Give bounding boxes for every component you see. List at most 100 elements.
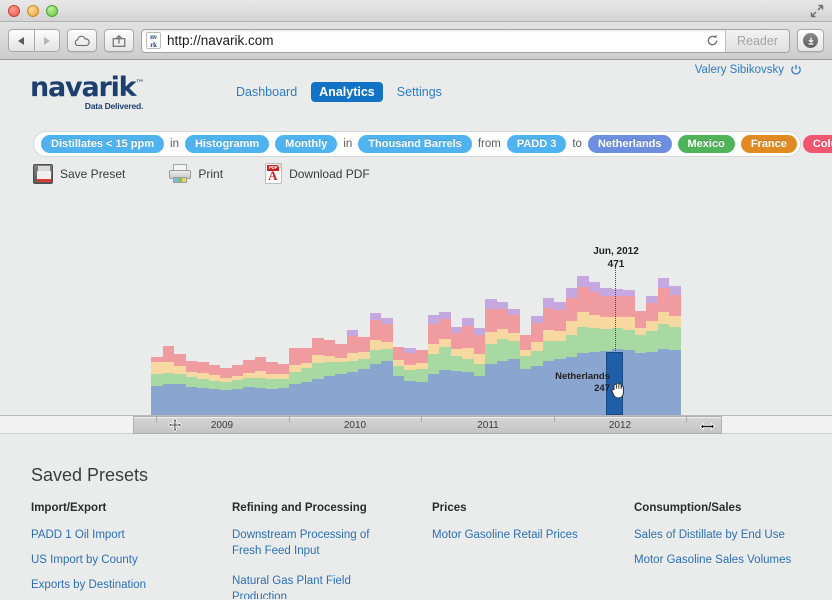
chart-bar-segment[interactable] [589, 328, 601, 352]
chart-bar-segment[interactable] [520, 356, 532, 369]
chart-bar-segment[interactable] [381, 349, 393, 361]
chart-bar-segment[interactable] [243, 378, 255, 388]
chart-bar-segment[interactable] [485, 332, 497, 344]
preset-link[interactable]: Downstream Processing of Fresh Feed Inpu… [232, 527, 382, 559]
chart-bar[interactable] [566, 288, 578, 416]
chart-bar-segment[interactable] [358, 337, 370, 352]
chart-bar-segment[interactable] [174, 366, 186, 374]
chart-bar-segment[interactable] [312, 355, 324, 362]
chart-bar-segment[interactable] [266, 362, 278, 374]
chart-bar[interactable] [186, 361, 198, 416]
chart-bar-segment[interactable] [451, 356, 463, 371]
chart-bar-segment[interactable] [669, 316, 681, 327]
chart-bar-segment[interactable] [474, 354, 486, 364]
chart-bar-segment[interactable] [197, 362, 209, 374]
chart-bar-segment[interactable] [658, 278, 670, 289]
chart-bar-segment[interactable] [404, 370, 416, 381]
chart-bar-segment[interactable] [623, 296, 635, 318]
chart-bar-segment[interactable] [474, 376, 486, 416]
chart-bar-segment[interactable] [416, 382, 428, 416]
chart-bar-segment[interactable] [531, 316, 543, 323]
chart-bar-segment[interactable] [462, 348, 474, 359]
chart-bar-segment[interactable] [393, 376, 405, 416]
chart-bar-segment[interactable] [623, 317, 635, 330]
chart-bar-segment[interactable] [508, 341, 520, 360]
chart-bar[interactable] [358, 337, 370, 416]
chart-bar-segment[interactable] [347, 336, 359, 353]
chart-bar[interactable] [543, 298, 555, 416]
chart-bar[interactable] [646, 296, 658, 416]
chart-bar-segment[interactable] [646, 296, 658, 303]
chart-bar-segment[interactable] [658, 324, 670, 349]
chart-bar-segment[interactable] [416, 350, 428, 363]
chart-bar[interactable] [451, 327, 463, 416]
chart-bar-segment[interactable] [497, 302, 509, 309]
chart-bar-segment[interactable] [255, 388, 267, 416]
chart-bar-segment[interactable] [358, 359, 370, 369]
chart-bar-segment[interactable] [428, 344, 440, 353]
chart-bar[interactable] [497, 302, 509, 416]
chart-bar-segment[interactable] [646, 321, 658, 330]
back-button[interactable] [8, 29, 34, 52]
chart-bar-segment[interactable] [404, 381, 416, 416]
chart-bar-segment[interactable] [278, 388, 290, 416]
chart-bar-segment[interactable] [612, 289, 624, 296]
chart-bar-segment[interactable] [278, 379, 290, 388]
chart-bar-segment[interactable] [232, 365, 244, 377]
chart-bar-segment[interactable] [658, 288, 670, 312]
chart-bar-segment[interactable] [428, 324, 440, 345]
chart-bar[interactable] [243, 360, 255, 416]
chart-bar-segment[interactable] [439, 370, 451, 416]
chart-bar-segment[interactable] [543, 330, 555, 341]
chart-bar-segment[interactable] [347, 361, 359, 372]
chart-bar[interactable] [312, 338, 324, 417]
chart-bar-segment[interactable] [370, 313, 382, 320]
chart-bar-segment[interactable] [266, 379, 278, 389]
chart-bar-segment[interactable] [324, 376, 336, 416]
chart-bar-segment[interactable] [669, 350, 681, 416]
chart-bar-segment[interactable] [543, 308, 555, 330]
chart-bar-segment[interactable] [589, 292, 601, 315]
chart-bar[interactable] [439, 312, 451, 416]
chart-bar-segment[interactable] [370, 340, 382, 350]
chart-bar-segment[interactable] [381, 361, 393, 416]
chart-bar-segment[interactable] [243, 360, 255, 373]
stacked-bar-chart[interactable] [0, 60, 832, 416]
chart-bar-segment[interactable] [312, 338, 324, 356]
chart-bar-segment[interactable] [232, 380, 244, 389]
chart-bar-segment[interactable] [186, 377, 198, 387]
chart-bar[interactable] [255, 357, 267, 416]
chart-bar[interactable] [393, 347, 405, 416]
reader-button[interactable]: Reader [725, 30, 789, 52]
chart-bar-segment[interactable] [669, 327, 681, 350]
chart-bar-segment[interactable] [197, 388, 209, 416]
chart-bar-segment[interactable] [589, 282, 601, 291]
chart-bar[interactable] [301, 348, 313, 416]
chart-bar-segment[interactable] [531, 342, 543, 351]
chart-bar-segment[interactable] [404, 353, 416, 365]
chart-bar-segment[interactable] [301, 348, 313, 362]
chart-bar-segment[interactable] [301, 368, 313, 382]
chart-bar-segment[interactable] [428, 374, 440, 416]
chart-bar[interactable] [220, 368, 232, 416]
chart-bar-segment[interactable] [462, 318, 474, 326]
chart-bar-segment[interactable] [646, 303, 658, 322]
chart-bar-segment[interactable] [658, 312, 670, 324]
chart-bar[interactable] [462, 318, 474, 416]
chart-bar-segment[interactable] [566, 335, 578, 357]
forward-button[interactable] [34, 29, 61, 52]
chart-bar-segment[interactable] [255, 378, 267, 389]
chart-bar[interactable] [335, 344, 347, 416]
chart-bar-segment[interactable] [600, 317, 612, 329]
chart-bar-segment[interactable] [589, 315, 601, 329]
chart-bar-segment[interactable] [324, 340, 336, 355]
chart-bar-segment[interactable] [474, 328, 486, 335]
chart-bar-segment[interactable] [255, 357, 267, 371]
chart-bar-segment[interactable] [439, 319, 451, 338]
chart-bar-segment[interactable] [347, 353, 359, 361]
preset-link[interactable]: Natural Gas Plant Field Production [232, 573, 382, 599]
chart-bar-segment[interactable] [600, 288, 612, 296]
chart-bar[interactable] [428, 315, 440, 416]
chart-bar[interactable] [669, 286, 681, 416]
chart-bar-segment[interactable] [600, 329, 612, 350]
